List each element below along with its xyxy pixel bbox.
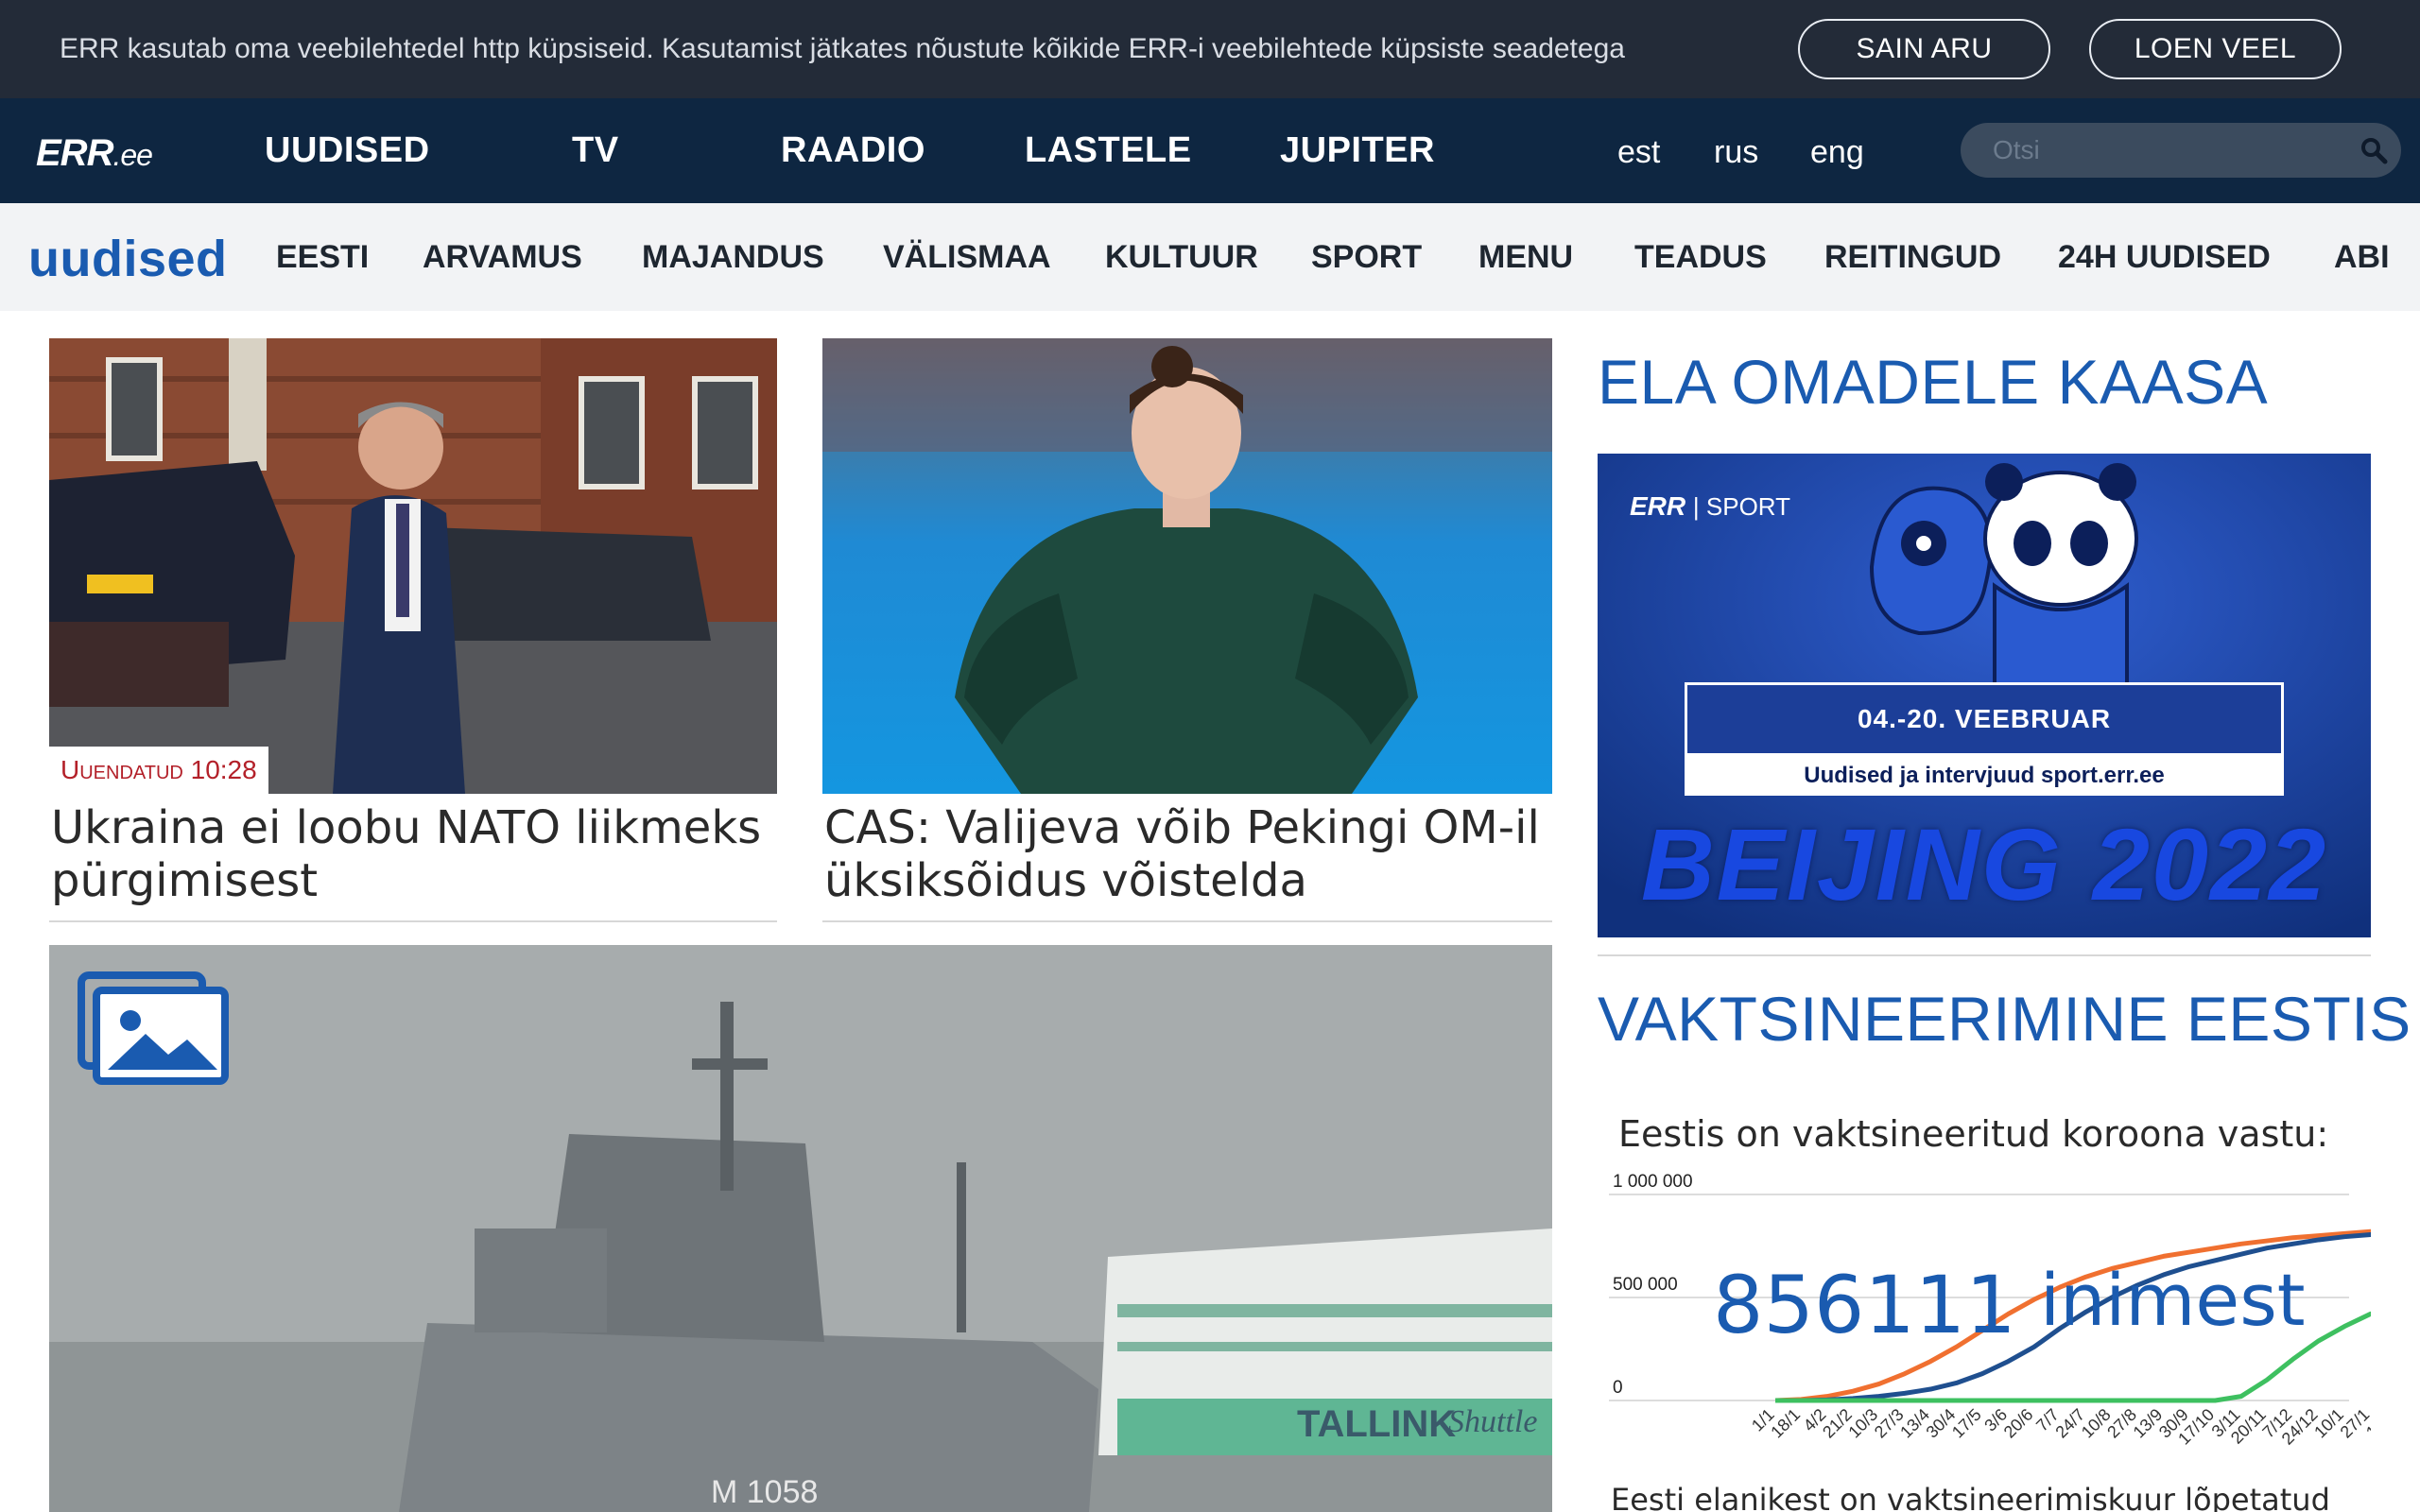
ferry-sub-text: Shuttle (1448, 1404, 1537, 1439)
sidebar-divider (1598, 954, 2371, 956)
section-item-valismaa[interactable]: VÄLISMAA (883, 239, 1051, 276)
section-brand[interactable]: uudised (28, 230, 228, 288)
lang-rus[interactable]: rus (1714, 134, 1758, 171)
search-input[interactable] (1993, 132, 2333, 168)
chart-xtick-label: 20/6 (2000, 1405, 2037, 1442)
chart-xtick-label: 27/1 (2337, 1405, 2371, 1442)
article-divider (49, 920, 777, 922)
beijing-banner[interactable]: ERR | SPORT 04.-20. VEEBRUAR Uudised ja … (1598, 454, 2371, 937)
updated-badge: Uuendatud 10:28 (49, 747, 268, 794)
section-item-eesti[interactable]: EESTI (276, 239, 369, 276)
banner-subtitle: Uudised ja intervjuud sport.err.ee (1685, 756, 2284, 796)
chart-overlay-value: 856111 (1713, 1259, 2016, 1351)
lang-est[interactable]: est (1617, 134, 1660, 171)
photo-warship: TALLINK Shuttle M 1058 (49, 945, 1552, 1512)
banner-brand: ERR | SPORT (1630, 491, 1790, 522)
nav-tv[interactable]: TV (572, 130, 619, 171)
chart-ytick-label: 1 000 000 (1613, 1172, 1693, 1192)
ship-hull-number: M 1058 (711, 1474, 818, 1510)
chart-xtick-label: 18/1 (1767, 1405, 1804, 1442)
chart-ytick-label: 0 (1613, 1378, 1623, 1398)
sidebar-heading-vaccination: VAKTSINEERIMINE EESTIS (1598, 984, 2411, 1054)
section-item-abi[interactable]: ABI (2334, 239, 2390, 276)
cookie-bar: ERR kasutab oma veebilehtedel http küpsi… (0, 0, 2420, 98)
chart-xtick-label: 17/5 (1948, 1405, 1985, 1442)
sidebar-heading-cheer: ELA OMADELE KAASA (1598, 347, 2269, 417)
banner-brand-sport: | SPORT (1692, 492, 1790, 521)
cookie-text: ERR kasutab oma veebilehtedel http küpsi… (60, 33, 1625, 64)
article-image-valijeva[interactable] (822, 338, 1552, 794)
section-nav: uudised EESTI ARVAMUS MAJANDUS VÄLISMAA … (0, 203, 2420, 311)
vaccination-chart: 1 000 000500 00001/118/14/221/210/327/31… (1609, 1172, 2371, 1449)
cookie-accept-button[interactable]: SAIN ARU (1798, 19, 2050, 79)
nav-jupiter[interactable]: JUPITER (1280, 130, 1435, 171)
nav-lastele[interactable]: LASTELE (1025, 130, 1192, 171)
section-item-arvamus[interactable]: ARVAMUS (423, 239, 582, 276)
chart-ytick-label: 500 000 (1613, 1275, 1678, 1295)
section-item-reitingud[interactable]: REITINGUD (1824, 239, 2001, 276)
cookie-more-button[interactable]: LOEN VEEL (2089, 19, 2342, 79)
section-item-teadus[interactable]: TEADUS (1634, 239, 1767, 276)
section-item-majandus[interactable]: MAJANDUS (642, 239, 824, 276)
nav-uudised[interactable]: UUDISED (265, 130, 430, 171)
banner-brand-err: ERR (1630, 491, 1686, 521)
article-title-valijeva[interactable]: CAS: Valijeva võib Pekingi OM-il üksiksõ… (824, 801, 1554, 907)
chart-caption: Eestis on vaktsineeritud koroona vastu: (1618, 1113, 2329, 1155)
article-title-ukraina[interactable]: Ukraina ei loobu NATO liikmeks pürgimise… (51, 801, 779, 907)
article-image-ukraina[interactable]: Uuendatud 10:28 (49, 338, 777, 794)
search-icon[interactable] (2360, 136, 2388, 164)
photo-diplomat (49, 338, 777, 794)
chart-overlay-unit: inimest (2040, 1258, 2306, 1342)
photo-skater (822, 338, 1552, 794)
lang-eng[interactable]: eng (1810, 134, 1864, 171)
gallery-icon (78, 971, 229, 1085)
chart-footer: Eesti elanikest on vaktsineerimiskuur lõ… (1611, 1482, 2330, 1512)
logo-text: ERR (36, 132, 113, 174)
article-divider (822, 920, 1552, 922)
banner-dates: 04.-20. VEEBRUAR (1685, 682, 2284, 756)
banner-brand-section: SPORT (1705, 492, 1790, 521)
ferry-brand-text: TALLINK (1297, 1403, 1456, 1445)
section-item-24h-uudised[interactable]: 24H UUDISED (2058, 239, 2271, 276)
main-nav: ERR.ee UUDISED TV RAADIO LASTELE JUPITER… (0, 98, 2420, 203)
nav-raadio[interactable]: RAADIO (781, 130, 925, 171)
section-item-menu[interactable]: MENU (1478, 239, 1573, 276)
search-box (1961, 123, 2401, 178)
banner-event: BEIJING 2022 (1640, 807, 2328, 921)
article-image-ship[interactable]: TALLINK Shuttle M 1058 (49, 945, 1552, 1512)
section-item-sport[interactable]: SPORT (1311, 239, 1422, 276)
logo-suffix: .ee (112, 138, 152, 172)
section-item-kultuur[interactable]: KULTUUR (1105, 239, 1258, 276)
err-logo[interactable]: ERR.ee (36, 132, 153, 175)
